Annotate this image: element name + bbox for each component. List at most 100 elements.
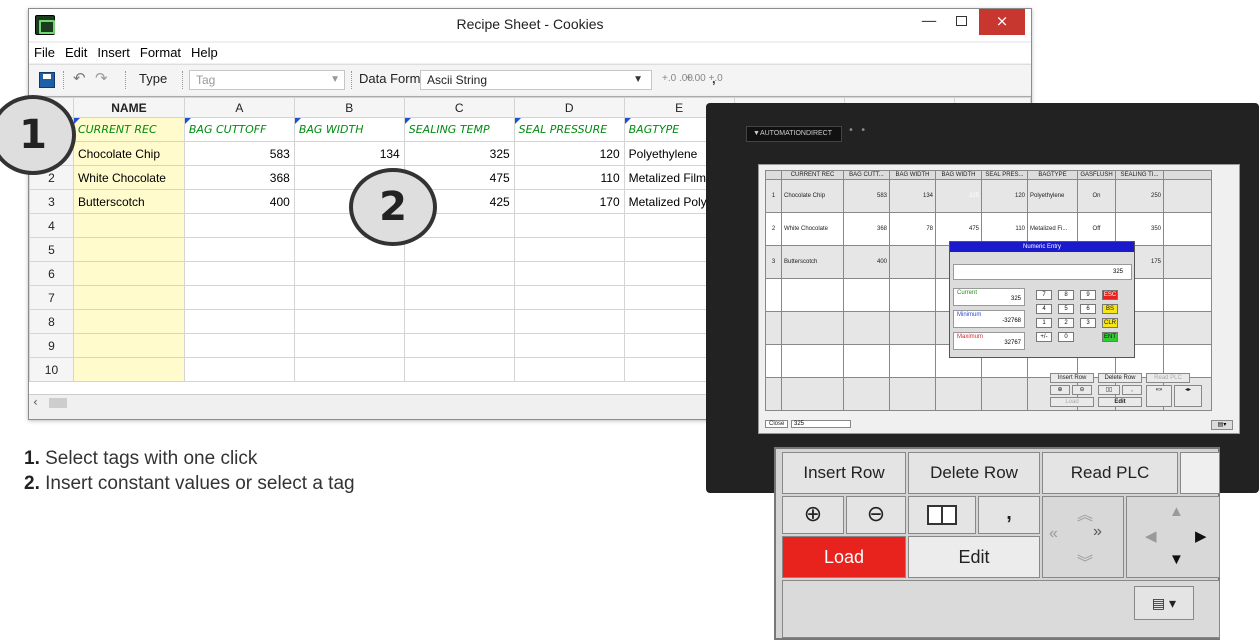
column-header-c[interactable]: C bbox=[403, 97, 515, 118]
value-cell[interactable]: 134 bbox=[293, 141, 405, 166]
value-cell[interactable] bbox=[183, 261, 295, 286]
value-cell[interactable] bbox=[403, 237, 515, 262]
zoom-in-icon[interactable]: ⊕ bbox=[782, 496, 844, 534]
numpad-key[interactable]: 3 bbox=[1080, 318, 1096, 328]
menu-insert[interactable]: Insert bbox=[92, 43, 135, 62]
numpad-key[interactable]: ENT bbox=[1102, 332, 1118, 342]
hmi-cell[interactable]: 368 bbox=[843, 212, 890, 246]
row-number[interactable]: 8 bbox=[29, 309, 74, 334]
hmi-cell[interactable] bbox=[843, 311, 890, 345]
arrow-keys-button[interactable]: ▲ ◀ ▶ ▼ bbox=[1126, 496, 1220, 578]
hmi-cell[interactable] bbox=[889, 278, 936, 312]
value-cell[interactable] bbox=[403, 285, 515, 310]
minimize-button[interactable]: — bbox=[913, 9, 945, 35]
hmi-cell[interactable]: 400 bbox=[843, 245, 890, 279]
name-cell[interactable] bbox=[72, 357, 185, 382]
row-number[interactable]: 7 bbox=[29, 285, 74, 310]
name-cell[interactable] bbox=[72, 261, 185, 286]
insert-row-button[interactable]: Insert Row bbox=[782, 452, 906, 494]
value-cell[interactable] bbox=[293, 333, 405, 358]
tag-cell[interactable]: BAG WIDTH bbox=[293, 117, 405, 142]
hmi-cell[interactable]: 78 bbox=[889, 212, 936, 246]
menu-format[interactable]: Format bbox=[135, 43, 186, 62]
numpad-key[interactable]: 0 bbox=[1058, 332, 1074, 342]
data-format-dropdown[interactable]: Ascii String ▼ bbox=[420, 70, 652, 90]
row-number[interactable]: 6 bbox=[29, 261, 74, 286]
hmi-cell[interactable]: 325 bbox=[935, 179, 982, 213]
numpad-key[interactable]: 4 bbox=[1036, 304, 1052, 314]
close-button[interactable]: Close bbox=[765, 420, 789, 428]
hmi-cell[interactable]: Butterscotch bbox=[781, 245, 844, 279]
maximize-button[interactable] bbox=[945, 9, 977, 35]
numpad-key[interactable]: 7 bbox=[1036, 290, 1052, 300]
zoom-out-icon[interactable]: ⊖ bbox=[846, 496, 906, 534]
load-button[interactable]: Load bbox=[1050, 397, 1094, 407]
name-cell[interactable]: Butterscotch bbox=[72, 189, 185, 214]
scroll-thumb[interactable] bbox=[49, 398, 67, 408]
row-number[interactable]: 3 bbox=[29, 189, 74, 214]
value-cell[interactable] bbox=[513, 261, 625, 286]
value-cell[interactable] bbox=[183, 357, 295, 382]
numpad-key[interactable]: 2 bbox=[1058, 318, 1074, 328]
numpad-key[interactable]: 8 bbox=[1058, 290, 1074, 300]
hmi-cell[interactable] bbox=[889, 377, 936, 411]
arrow-keys-icon[interactable]: ◂▸ bbox=[1174, 385, 1202, 407]
hmi-cell[interactable] bbox=[935, 377, 982, 411]
hmi-cell[interactable] bbox=[889, 311, 936, 345]
hmi-cell[interactable] bbox=[889, 245, 936, 279]
value-cell[interactable] bbox=[513, 285, 625, 310]
name-cell[interactable] bbox=[72, 213, 185, 238]
print-button[interactable]: ▤ ▾ bbox=[1134, 586, 1194, 620]
tag-cell[interactable]: BAG CUTTOFF bbox=[183, 117, 295, 142]
menu-edit[interactable]: Edit bbox=[60, 43, 92, 62]
hmi-cell[interactable]: 583 bbox=[843, 179, 890, 213]
row-number[interactable]: 9 bbox=[29, 333, 74, 358]
column-header-a[interactable]: A bbox=[183, 97, 295, 118]
hmi-cell[interactable]: Polyethylene bbox=[1027, 179, 1078, 213]
save-icon[interactable] bbox=[39, 72, 55, 88]
value-cell[interactable] bbox=[183, 285, 295, 310]
value-cell[interactable]: 120 bbox=[513, 141, 625, 166]
load-button[interactable]: Load bbox=[782, 536, 906, 578]
hmi-cell[interactable]: 134 bbox=[889, 179, 936, 213]
name-cell[interactable] bbox=[72, 333, 185, 358]
hmi-cell[interactable] bbox=[1163, 245, 1212, 279]
read-plc-button[interactable]: Read PLC bbox=[1042, 452, 1178, 494]
hmi-cell[interactable]: Chocolate Chip bbox=[781, 179, 844, 213]
redo-icon[interactable]: ↷ bbox=[95, 70, 108, 90]
value-cell[interactable] bbox=[513, 333, 625, 358]
numpad-key[interactable]: 1 bbox=[1036, 318, 1052, 328]
page-nav-icon[interactable]: «» bbox=[1146, 385, 1172, 407]
menu-file[interactable]: File bbox=[29, 43, 60, 62]
numpad-key[interactable]: BS bbox=[1102, 304, 1118, 314]
value-cell[interactable] bbox=[513, 357, 625, 382]
value-cell[interactable] bbox=[403, 309, 515, 334]
column-header-d[interactable]: D bbox=[513, 97, 625, 118]
hmi-cell[interactable]: White Chocolate bbox=[781, 212, 844, 246]
comma-button[interactable]: , bbox=[978, 496, 1040, 534]
name-cell[interactable]: Chocolate Chip bbox=[72, 141, 185, 166]
value-cell[interactable] bbox=[513, 213, 625, 238]
value-cell[interactable] bbox=[183, 213, 295, 238]
value-cell[interactable]: 583 bbox=[183, 141, 295, 166]
value-cell[interactable] bbox=[183, 237, 295, 262]
numpad-key[interactable]: 9 bbox=[1080, 290, 1096, 300]
hmi-cell[interactable] bbox=[843, 377, 890, 411]
numpad-key[interactable]: 6 bbox=[1080, 304, 1096, 314]
page-navigation-button[interactable]: ︽ « » ︾ bbox=[1042, 496, 1124, 578]
value-cell[interactable] bbox=[403, 333, 515, 358]
value-cell[interactable]: 400 bbox=[183, 189, 295, 214]
comma-icon[interactable]: , bbox=[1122, 385, 1142, 395]
value-cell[interactable]: 110 bbox=[513, 165, 625, 190]
tag-cell[interactable]: SEALING TEMP bbox=[403, 117, 515, 142]
value-cell[interactable] bbox=[293, 285, 405, 310]
menu-help[interactable]: Help bbox=[186, 43, 223, 62]
hmi-cell[interactable] bbox=[1163, 179, 1212, 213]
hmi-cell[interactable] bbox=[1163, 311, 1212, 345]
insert-row-button[interactable]: Insert Row bbox=[1050, 373, 1094, 383]
decrease-decimal-icon[interactable]: +.00 +.0 bbox=[686, 70, 723, 90]
hmi-cell[interactable]: 1 bbox=[765, 179, 782, 213]
edit-button[interactable]: Edit bbox=[908, 536, 1040, 578]
value-cell[interactable]: 170 bbox=[513, 189, 625, 214]
name-cell[interactable] bbox=[72, 309, 185, 334]
